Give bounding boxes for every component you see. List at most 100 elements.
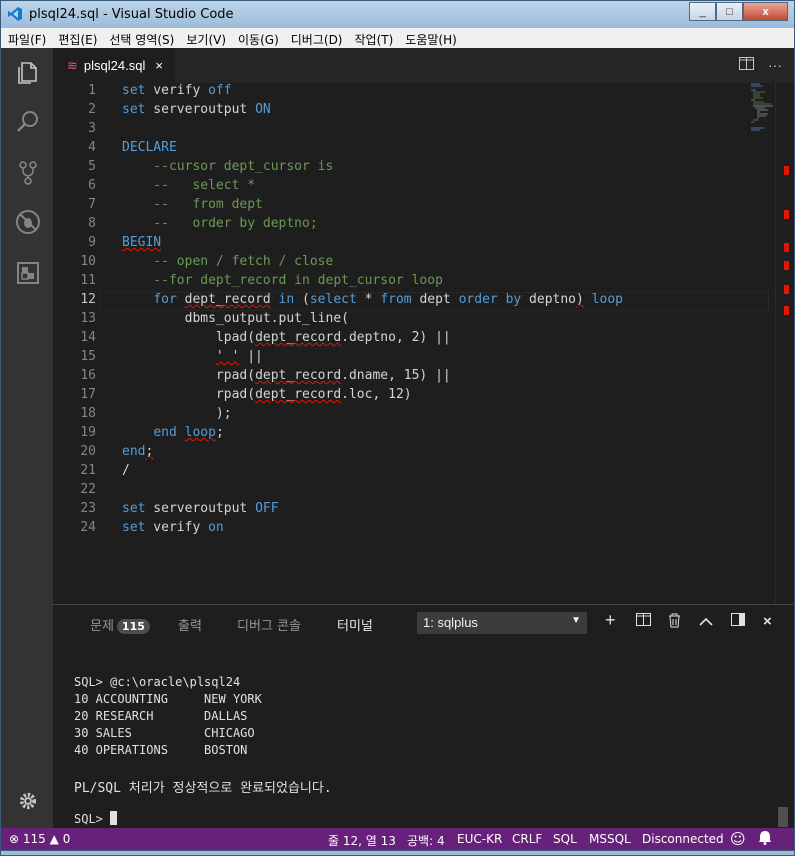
code-line: 10 -- open / fetch / close: [53, 254, 773, 273]
terminal-line: 30 SALES CHICAGO: [74, 726, 255, 740]
line-number: 1: [88, 83, 96, 98]
code-line: 2 set serveroutput ON: [53, 102, 773, 121]
search-icon[interactable]: [15, 109, 41, 135]
error-marker: [784, 285, 789, 294]
line-code: --cursor dept_cursor is: [122, 159, 334, 174]
line-number: 6: [88, 178, 96, 193]
menu-go[interactable]: 이동(G): [231, 28, 284, 48]
minimap[interactable]: [751, 83, 773, 604]
terminal-line: 40 OPERATIONS BOSTON: [74, 743, 248, 757]
bell-icon[interactable]: [758, 830, 772, 848]
terminal-cursor: [110, 811, 118, 825]
terminal-select[interactable]: 1: sqlplus ▼: [417, 612, 587, 634]
menu-file[interactable]: 파일(F): [1, 28, 51, 48]
code-line: 6 -- select *: [53, 178, 773, 197]
line-code: rpad(dept_record.loc, 12): [122, 387, 412, 402]
source-control-icon[interactable]: [15, 160, 41, 186]
line-number: 14: [80, 330, 96, 345]
cursor-position[interactable]: 줄 12, 열 13: [328, 832, 396, 849]
code-line: 7 -- from dept: [53, 197, 773, 216]
tab-output[interactable]: 출력: [178, 615, 202, 634]
indentation[interactable]: 공백: 4: [407, 832, 445, 849]
line-code: dbms_output.put_line(: [122, 311, 349, 326]
new-terminal-button[interactable]: +: [605, 610, 616, 631]
code-line-active: 12 for dept_record in (select * from dep…: [53, 292, 773, 311]
code-line: 17 rpad(dept_record.loc, 12): [53, 387, 773, 406]
code-line: 3: [53, 121, 773, 140]
line-code: set verify off: [122, 83, 232, 98]
line-code: end;: [122, 444, 154, 459]
maximize-button[interactable]: □: [716, 2, 743, 21]
panel-layout-icon[interactable]: [731, 613, 745, 630]
code-line: 14 lpad(dept_record.deptno, 2) ||: [53, 330, 773, 349]
trash-icon[interactable]: [668, 613, 681, 632]
line-code: -- select *: [122, 178, 256, 193]
line-number: 8: [88, 216, 96, 231]
code-line: 5 --cursor dept_cursor is: [53, 159, 773, 178]
code-editor[interactable]: 1 set verify off 2 set serveroutput ON 3 4…: [53, 83, 773, 604]
terminal-line: 20 RESEARCH DALLAS: [74, 709, 248, 723]
menu-debug[interactable]: 디버그(D): [284, 28, 348, 48]
warning-icon: ▲: [49, 832, 59, 846]
feedback-smiley-icon[interactable]: ☺: [730, 830, 746, 848]
extensions-icon[interactable]: [15, 260, 41, 286]
terminal-scrollbar[interactable]: [778, 807, 788, 827]
menu-view[interactable]: 보기(V): [179, 28, 231, 48]
editor-scrollbar[interactable]: [775, 83, 789, 604]
connection-type[interactable]: MSSQL: [589, 832, 631, 846]
problems-status[interactable]: ⊗ 115 ▲ 0: [9, 832, 70, 846]
line-number: 13: [80, 311, 96, 326]
tab-debug-console[interactable]: 디버그 콘솔: [237, 615, 301, 634]
problems-count-badge: 115: [116, 619, 150, 634]
tab-problems[interactable]: 문제 115: [90, 615, 150, 634]
line-code: -- open / fetch / close: [122, 254, 334, 269]
tab-close-icon[interactable]: ×: [155, 58, 163, 73]
code-line: 13 dbms_output.put_line(: [53, 311, 773, 330]
close-window-button[interactable]: x: [743, 2, 788, 21]
line-number: 24: [80, 520, 96, 535]
menu-selection[interactable]: 선택 영역(S): [102, 28, 179, 48]
close-panel-icon[interactable]: ×: [763, 613, 772, 630]
end-of-line[interactable]: CRLF: [512, 832, 542, 846]
line-number: 23: [80, 501, 96, 516]
line-code: end loop;: [153, 425, 224, 440]
line-number: 7: [88, 197, 96, 212]
error-marker: [784, 166, 789, 175]
menu-edit[interactable]: 편집(E): [51, 28, 102, 48]
maximize-panel-icon[interactable]: [699, 613, 713, 630]
bottom-panel: 문제 115 출력 디버그 콘솔 터미널 1: sqlplus ▼ + × SQL…: [53, 604, 794, 828]
files-icon[interactable]: [15, 59, 41, 85]
code-line: 23 set serveroutput OFF: [53, 501, 773, 520]
line-code: set serveroutput ON: [122, 102, 271, 117]
minimize-button[interactable]: _: [689, 2, 716, 21]
connection-status[interactable]: Disconnected: [642, 832, 724, 846]
line-code: rpad(dept_record.dname, 15) ||: [122, 368, 451, 383]
menu-help[interactable]: 도움말(H): [398, 28, 462, 48]
line-number: 15: [80, 349, 96, 364]
editor-tab-bar: ≋ plsql24.sql × ···: [53, 48, 794, 83]
code-line: 9 BEGIN: [53, 235, 773, 254]
line-code: BEGIN: [122, 235, 162, 250]
more-actions-icon[interactable]: ···: [768, 57, 782, 73]
code-line: 21 /: [53, 463, 773, 482]
line-number: 20: [80, 444, 96, 459]
code-line: 22: [53, 482, 773, 501]
line-number: 21: [80, 463, 96, 478]
split-terminal-icon[interactable]: [636, 613, 651, 630]
code-line: 15 ' ' ||: [53, 349, 773, 368]
menu-tasks[interactable]: 작업(T): [348, 28, 399, 48]
split-editor-icon[interactable]: [739, 57, 754, 73]
language-mode[interactable]: SQL: [553, 832, 577, 846]
tab-terminal[interactable]: 터미널: [337, 615, 373, 634]
encoding[interactable]: EUC-KR: [457, 832, 502, 846]
line-code: lpad(dept_record.deptno, 2) ||: [122, 330, 451, 345]
code-line: 24 set verify on: [53, 520, 773, 539]
line-number: 3: [88, 121, 96, 136]
debug-icon[interactable]: [15, 209, 41, 235]
terminal-prompt-line: SQL>: [74, 811, 118, 826]
tab-plsql24[interactable]: ≋ plsql24.sql ×: [53, 48, 175, 83]
gear-icon[interactable]: [18, 791, 38, 811]
line-number: 22: [80, 482, 96, 497]
line-code: );: [122, 406, 232, 421]
line-number: 10: [80, 254, 96, 269]
